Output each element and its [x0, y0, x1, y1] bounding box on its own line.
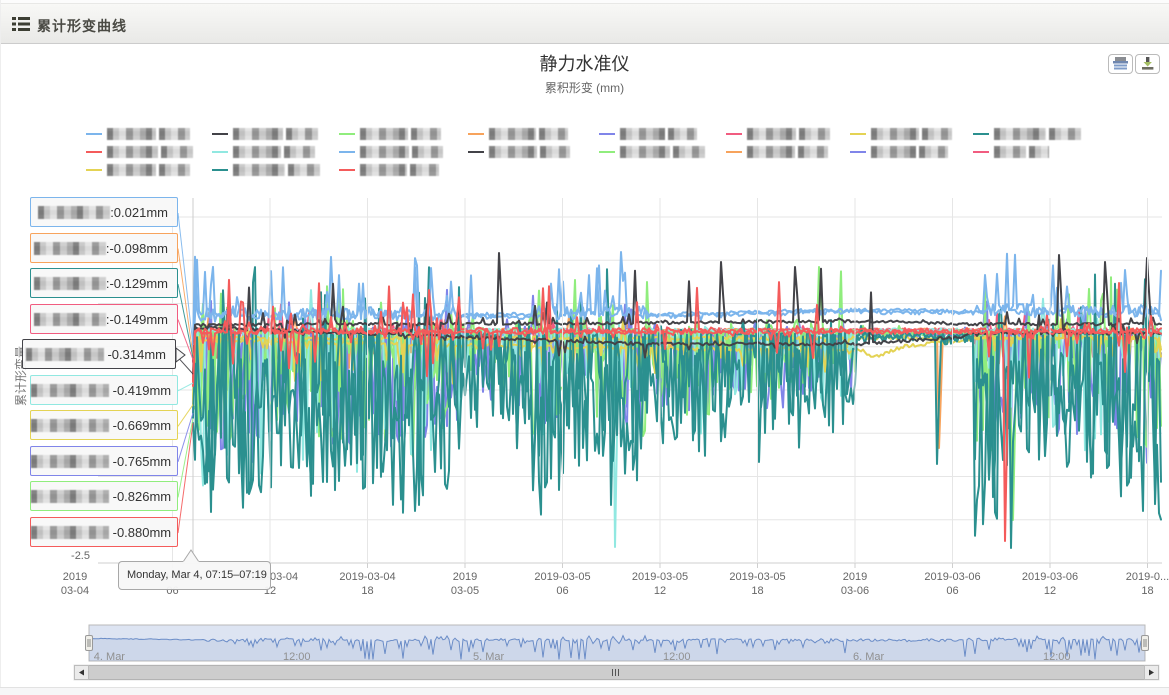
svg-text:03-05: 03-05 [451, 585, 479, 597]
svg-text:12: 12 [654, 585, 666, 597]
svg-text:2019-03-06: 2019-03-06 [924, 571, 980, 583]
svg-text:06: 06 [946, 585, 958, 597]
svg-text:2019-03-05: 2019-03-05 [632, 571, 688, 583]
svg-text:-2.5: -2.5 [71, 550, 90, 562]
svg-text:12: 12 [1044, 585, 1056, 597]
svg-text:2019-03-05: 2019-03-05 [534, 571, 590, 583]
svg-text:6. Mar: 6. Mar [853, 651, 885, 663]
svg-text:12:00: 12:00 [663, 651, 691, 663]
svg-text:18: 18 [361, 585, 373, 597]
svg-text:06: 06 [556, 585, 568, 597]
svg-text:2019-0...: 2019-0... [1126, 571, 1169, 583]
svg-text:12:00: 12:00 [283, 651, 311, 663]
svg-text:2019-03-04: 2019-03-04 [339, 571, 395, 583]
svg-text:18: 18 [1141, 585, 1153, 597]
svg-text:12:00: 12:00 [1043, 651, 1071, 663]
svg-text:18: 18 [751, 585, 763, 597]
svg-text:2019: 2019 [843, 571, 867, 583]
svg-text:2019-03-05: 2019-03-05 [729, 571, 785, 583]
svg-text:2019: 2019 [453, 571, 477, 583]
svg-text:4. Mar: 4. Mar [94, 651, 126, 663]
svg-text:03-04: 03-04 [61, 585, 89, 597]
svg-text:5. Mar: 5. Mar [473, 651, 505, 663]
svg-text:2019: 2019 [63, 571, 87, 583]
svg-text:03-06: 03-06 [841, 585, 869, 597]
svg-text:2019-03-06: 2019-03-06 [1022, 571, 1078, 583]
